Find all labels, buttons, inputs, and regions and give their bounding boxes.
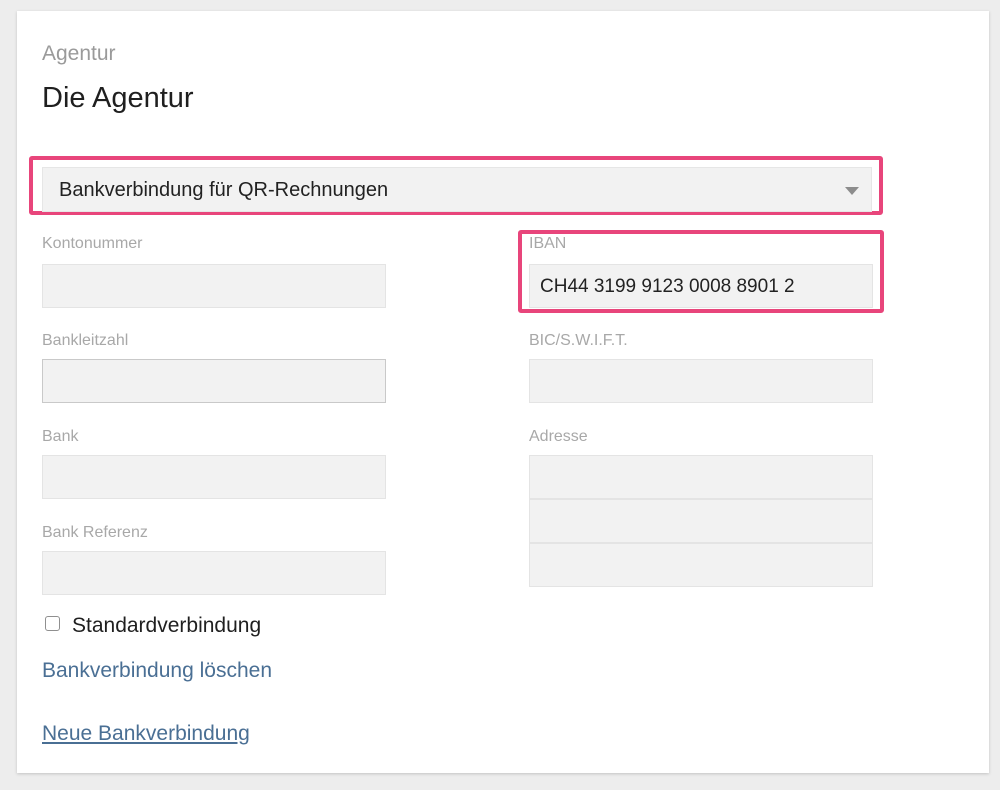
- page-title: Die Agentur: [42, 82, 194, 114]
- bank-referenz-input[interactable]: [42, 551, 386, 595]
- bic-label: BIC/S.W.I.F.T.: [529, 332, 628, 349]
- bankleitzahl-label: Bankleitzahl: [42, 332, 129, 349]
- iban-value: CH44 3199 9123 0008 8901 2: [540, 276, 795, 297]
- bank-account-select[interactable]: Bankverbindung für QR-Rechnungen: [42, 167, 872, 212]
- delete-bank-connection-link[interactable]: Bankverbindung löschen: [42, 659, 272, 683]
- chevron-down-icon: [845, 187, 859, 195]
- adresse-line-3-input[interactable]: [529, 543, 873, 587]
- kontonummer-input[interactable]: [42, 264, 386, 308]
- kontonummer-label: Kontonummer: [42, 235, 143, 252]
- iban-label: IBAN: [529, 235, 567, 252]
- section-label: Agentur: [42, 42, 116, 65]
- adresse-label: Adresse: [529, 428, 588, 445]
- bank-account-select-value: Bankverbindung für QR-Rechnungen: [59, 179, 389, 201]
- bankleitzahl-input[interactable]: [42, 359, 386, 403]
- new-bank-connection-link[interactable]: Neue Bankverbindung: [42, 722, 250, 746]
- bic-input[interactable]: [529, 359, 873, 403]
- adresse-line-1-input[interactable]: [529, 455, 873, 499]
- bank-label: Bank: [42, 428, 79, 445]
- adresse-line-2-input[interactable]: [529, 499, 873, 543]
- bank-input[interactable]: [42, 455, 386, 499]
- iban-input[interactable]: CH44 3199 9123 0008 8901 2: [529, 264, 873, 308]
- default-connection-checkbox[interactable]: [45, 616, 60, 631]
- bank-referenz-label: Bank Referenz: [42, 524, 148, 541]
- default-connection-label[interactable]: Standardverbindung: [72, 614, 261, 638]
